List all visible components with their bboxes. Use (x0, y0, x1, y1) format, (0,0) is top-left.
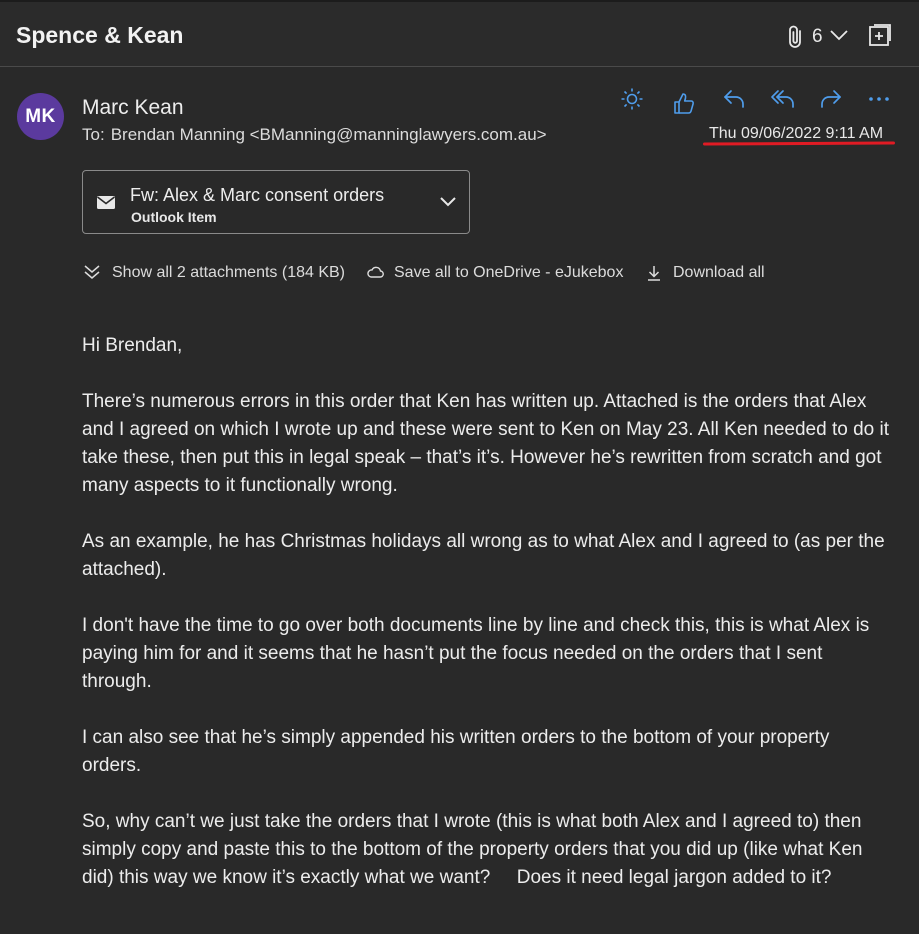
reply-icon[interactable] (721, 86, 747, 112)
download-all-button[interactable]: Download all (645, 264, 765, 282)
save-to-onedrive-button[interactable]: Save all to OneDrive - eJukebox (366, 264, 623, 282)
cloud-icon (367, 266, 384, 278)
recipient-line: To: Brendan Manning <BManning@manninglawy… (82, 125, 553, 145)
to-label: To: (82, 125, 105, 144)
message-actions (0, 86, 919, 114)
open-in-new-window-icon[interactable] (868, 23, 892, 52)
red-underline-annotation (702, 141, 896, 146)
title-bar: Spence & Kean 6 (0, 0, 919, 67)
download-icon (648, 266, 660, 281)
paperclip-icon[interactable] (786, 24, 806, 55)
envelope-icon (96, 195, 116, 215)
conversation-title: Spence & Kean (16, 22, 184, 48)
body-paragraph-4: I can also see that he’s simply appended… (82, 727, 830, 776)
attachment-card[interactable]: Fw: Alex & Marc consent orders Outlook I… (82, 170, 470, 234)
download-all-label: Download all (673, 264, 765, 281)
body-paragraph-2: As an example, he has Christmas holidays… (82, 531, 885, 580)
chevron-down-icon[interactable] (439, 195, 457, 214)
reply-all-icon[interactable] (770, 86, 796, 112)
sun-icon[interactable] (619, 86, 645, 112)
body-paragraph-1: There’s numerous errors in this order th… (82, 391, 889, 496)
thumbs-up-icon[interactable] (671, 90, 697, 116)
recipient[interactable]: Brendan Manning <BManning@manninglawyers… (111, 125, 547, 144)
attachment-count[interactable]: 6 (812, 26, 823, 48)
body-greeting: Hi Brendan, (82, 335, 183, 356)
double-chevron-down-icon (84, 265, 100, 279)
body-paragraph-5: So, why can’t we just take the orders th… (82, 811, 868, 888)
message-body: Hi Brendan, There’s numerous errors in t… (82, 332, 892, 920)
chevron-down-icon[interactable] (829, 27, 849, 48)
attachment-name: Fw: Alex & Marc consent orders (130, 185, 385, 205)
show-all-attachments-button[interactable]: Show all 2 attachments (184 KB) (82, 264, 345, 282)
body-paragraph-3: I don't have the time to go over both do… (82, 615, 870, 692)
attachment-type: Outlook Item (131, 209, 217, 225)
message-date: Thu 09/06/2022 9:11 AM (709, 125, 884, 142)
forward-icon[interactable] (818, 86, 844, 112)
more-icon[interactable] (866, 86, 892, 112)
show-all-label: Show all 2 attachments (184 KB) (112, 264, 346, 281)
save-onedrive-label: Save all to OneDrive - eJukebox (394, 264, 624, 281)
